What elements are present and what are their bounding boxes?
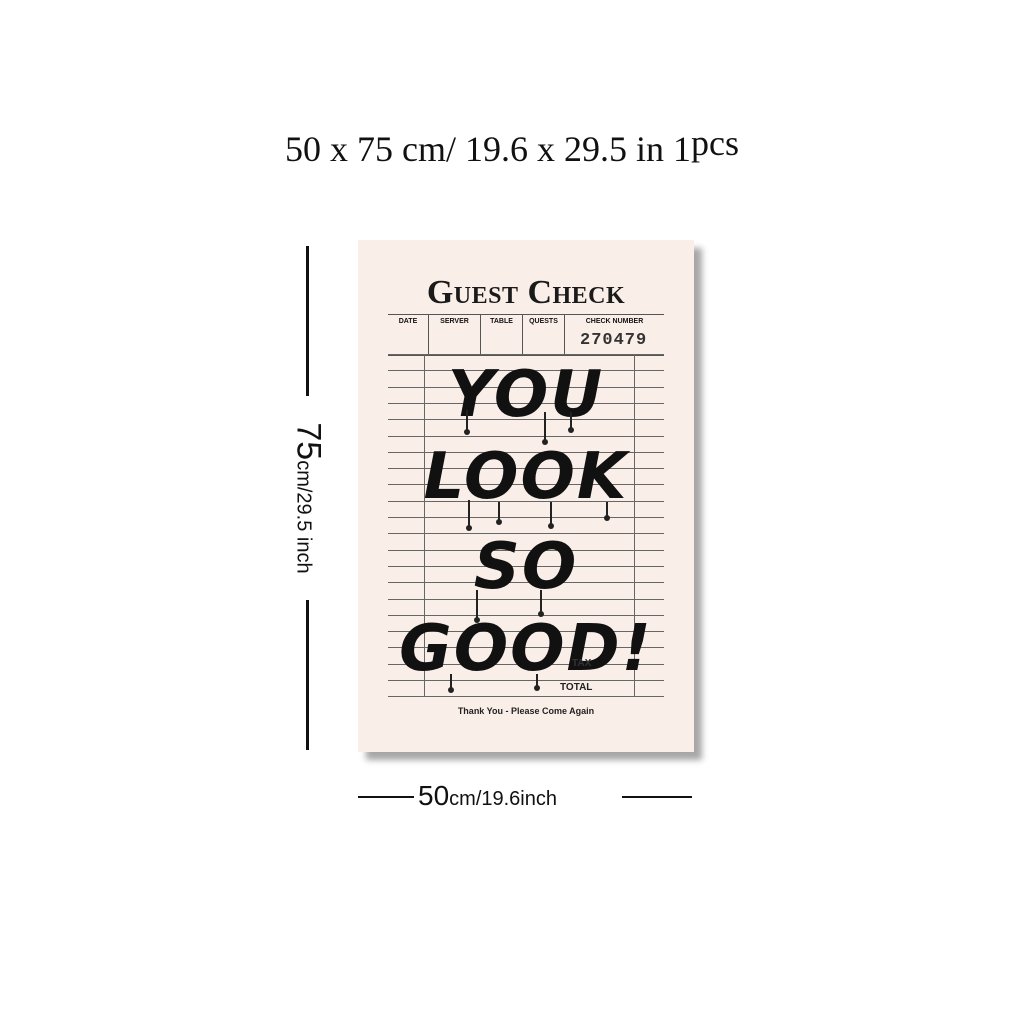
size-title: 50 x 75 cm/ 19.6 x 29.5 in 1pcs: [0, 123, 1024, 170]
guest-check-title: Guest Check: [426, 274, 626, 311]
slogan-line-you: YOU: [447, 358, 605, 432]
height-dimension-line-bottom: [306, 600, 309, 750]
paint-drip: [496, 502, 502, 525]
header-table: TABLE: [480, 315, 522, 355]
poster: Guest Check DATE SERVER TABLE QUESTS CHE…: [358, 240, 694, 752]
thank-you-footer: Thank You - Please Come Again: [457, 706, 595, 716]
width-dimension-line-left: [358, 796, 414, 798]
grid-row-line: [388, 517, 664, 518]
size-dimensions: 50 x 75 cm/ 19.6 x 29.5 in: [285, 129, 664, 169]
paint-drip: [466, 500, 472, 531]
height-value: 75: [289, 422, 328, 461]
paint-drip: [604, 502, 610, 521]
width-label: 50cm/19.6inch: [418, 780, 557, 812]
check-number: 270479: [580, 331, 648, 350]
paint-drip: [548, 502, 554, 529]
grid-row-line: [388, 436, 664, 437]
paint-drip: [568, 412, 574, 433]
paint-drip: [538, 590, 544, 617]
paint-drip: [464, 410, 470, 435]
paint-drip: [448, 674, 454, 693]
slogan-line-look: LOOK: [423, 440, 629, 514]
grid-row-line: [388, 696, 664, 697]
paint-drip: [474, 590, 480, 623]
quantity-number: 1: [672, 129, 691, 169]
paint-drip: [542, 412, 548, 445]
paint-drip: [534, 674, 540, 691]
height-dimension-line-top: [306, 246, 309, 396]
header-date: DATE: [398, 318, 418, 325]
header-server: SERVER: [428, 315, 480, 355]
width-dimension-line-right: [622, 796, 692, 798]
width-value: 50: [418, 780, 450, 811]
quantity-unit: pcs: [690, 123, 739, 163]
total-label: TOTAL: [560, 682, 593, 693]
width-unit: cm/19.6inch: [449, 788, 557, 810]
slogan-line-so: SO: [473, 530, 579, 604]
slogan-line-good: GOOD!: [399, 612, 653, 686]
grid-row-line: [388, 354, 664, 355]
height-unit: cm/29.5 inch: [292, 460, 315, 574]
height-label: 75cm/29.5 inch: [289, 422, 328, 573]
tax-label: TAX: [572, 658, 592, 669]
header-quests: QUESTS: [522, 315, 564, 355]
